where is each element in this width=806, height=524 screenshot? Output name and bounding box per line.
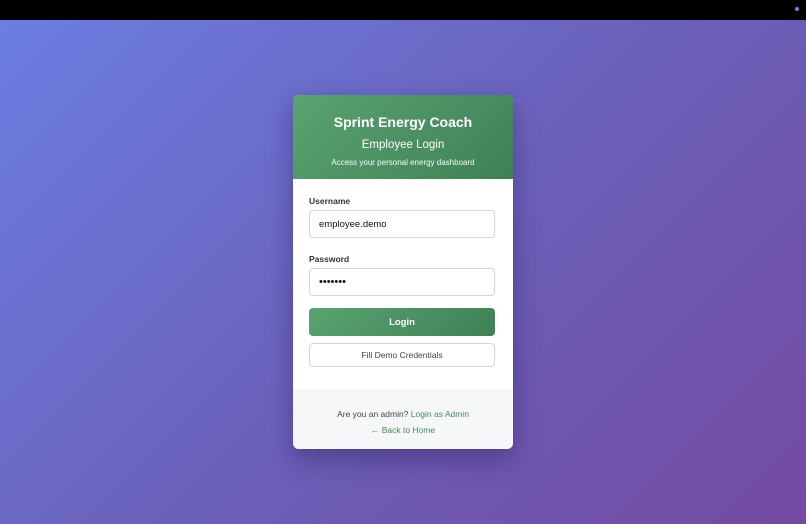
status-dot-icon	[795, 7, 799, 11]
login-card: Sprint Energy Coach Employee Login Acces…	[293, 95, 513, 449]
login-as-admin-link[interactable]: Login as Admin	[411, 409, 469, 419]
login-card-footer: Are you an admin? Login as Admin ← Back …	[293, 390, 513, 449]
username-input[interactable]	[309, 210, 495, 238]
username-field-group: Username	[309, 196, 497, 238]
password-label: Password	[309, 254, 350, 264]
login-card-header: Sprint Energy Coach Employee Login Acces…	[293, 95, 513, 179]
login-subtitle: Access your personal energy dashboard	[331, 158, 475, 167]
app-title: Sprint Energy Coach	[333, 114, 473, 130]
back-to-home-link[interactable]: ← Back to Home	[371, 425, 435, 435]
admin-prompt-line: Are you an admin? Login as Admin	[293, 408, 513, 420]
fill-demo-credentials-button[interactable]: Fill Demo Credentials	[309, 343, 495, 367]
password-field-group: Password	[309, 254, 497, 296]
browser-top-bar	[0, 0, 806, 20]
password-input[interactable]	[309, 268, 495, 296]
back-home-line: ← Back to Home	[293, 424, 513, 436]
login-title: Employee Login	[361, 139, 445, 151]
admin-prompt-text: Are you an admin?	[337, 409, 409, 419]
username-label: Username	[309, 196, 351, 206]
login-form: Username Password Login Fill Demo Creden…	[293, 179, 513, 390]
login-button[interactable]: Login	[309, 308, 495, 336]
